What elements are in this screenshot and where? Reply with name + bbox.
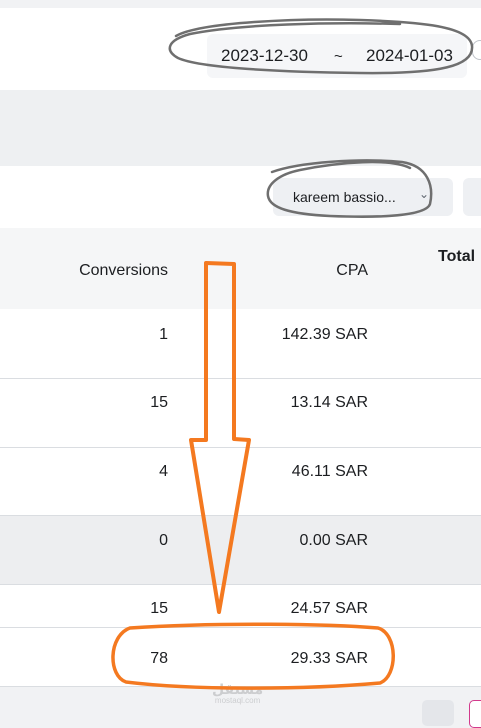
column-header-total[interactable]: Total — [438, 248, 475, 266]
cell-conversions: 4 — [159, 463, 168, 480]
date-start[interactable]: 2023-12-30 — [221, 46, 308, 66]
cell-cpa: 0.00 SAR — [299, 532, 368, 549]
date-end[interactable]: 2024-01-03 — [366, 46, 453, 66]
cell-cpa: 24.57 SAR — [290, 600, 368, 617]
watermark-latin: mostaql.com — [214, 696, 261, 705]
secondary-filter-button[interactable] — [463, 178, 481, 216]
cell-cpa: 142.39 SAR — [281, 326, 368, 343]
table-row[interactable]: 1 142.39 SAR — [0, 309, 481, 379]
cell-cpa: 46.11 SAR — [291, 463, 368, 480]
column-header-conversions[interactable]: Conversions — [79, 262, 168, 280]
column-header-cpa[interactable]: CPA — [336, 262, 368, 280]
watermark-arabic: مستقل — [212, 681, 264, 697]
table-row[interactable]: 15 24.57 SAR — [0, 585, 481, 628]
account-dropdown-value: kareem bassio... — [293, 189, 396, 205]
cell-cpa: 13.14 SAR — [290, 394, 368, 411]
watermark: مستقل mostaql.com — [212, 682, 263, 705]
account-dropdown[interactable]: kareem bassio... ⌄ — [273, 178, 453, 216]
table-row[interactable]: 15 13.14 SAR — [0, 379, 481, 448]
date-separator: ~ — [334, 48, 343, 65]
calendar-icon[interactable] — [472, 40, 481, 60]
cell-conversions: 15 — [150, 394, 168, 411]
table-header: Conversions CPA Total — [0, 228, 481, 310]
cell-conversions: 15 — [150, 600, 168, 617]
pagination-button-active[interactable] — [469, 700, 481, 728]
section-divider-band — [0, 90, 481, 166]
table-row-total[interactable]: 78 29.33 SAR — [0, 628, 481, 687]
cell-cpa: 29.33 SAR — [290, 650, 368, 667]
top-toolbar: 2023-12-30 ~ 2024-01-03 — [0, 8, 481, 90]
table-row[interactable]: 0 0.00 SAR — [0, 516, 481, 585]
pagination-button[interactable] — [422, 700, 454, 726]
date-range-picker[interactable]: 2023-12-30 ~ 2024-01-03 — [207, 34, 467, 78]
cell-conversions: 1 — [159, 326, 168, 343]
table-row[interactable]: 4 46.11 SAR — [0, 448, 481, 516]
chevron-down-icon: ⌄ — [419, 187, 430, 201]
cell-conversions: 78 — [150, 650, 168, 667]
cell-conversions: 0 — [159, 532, 168, 549]
